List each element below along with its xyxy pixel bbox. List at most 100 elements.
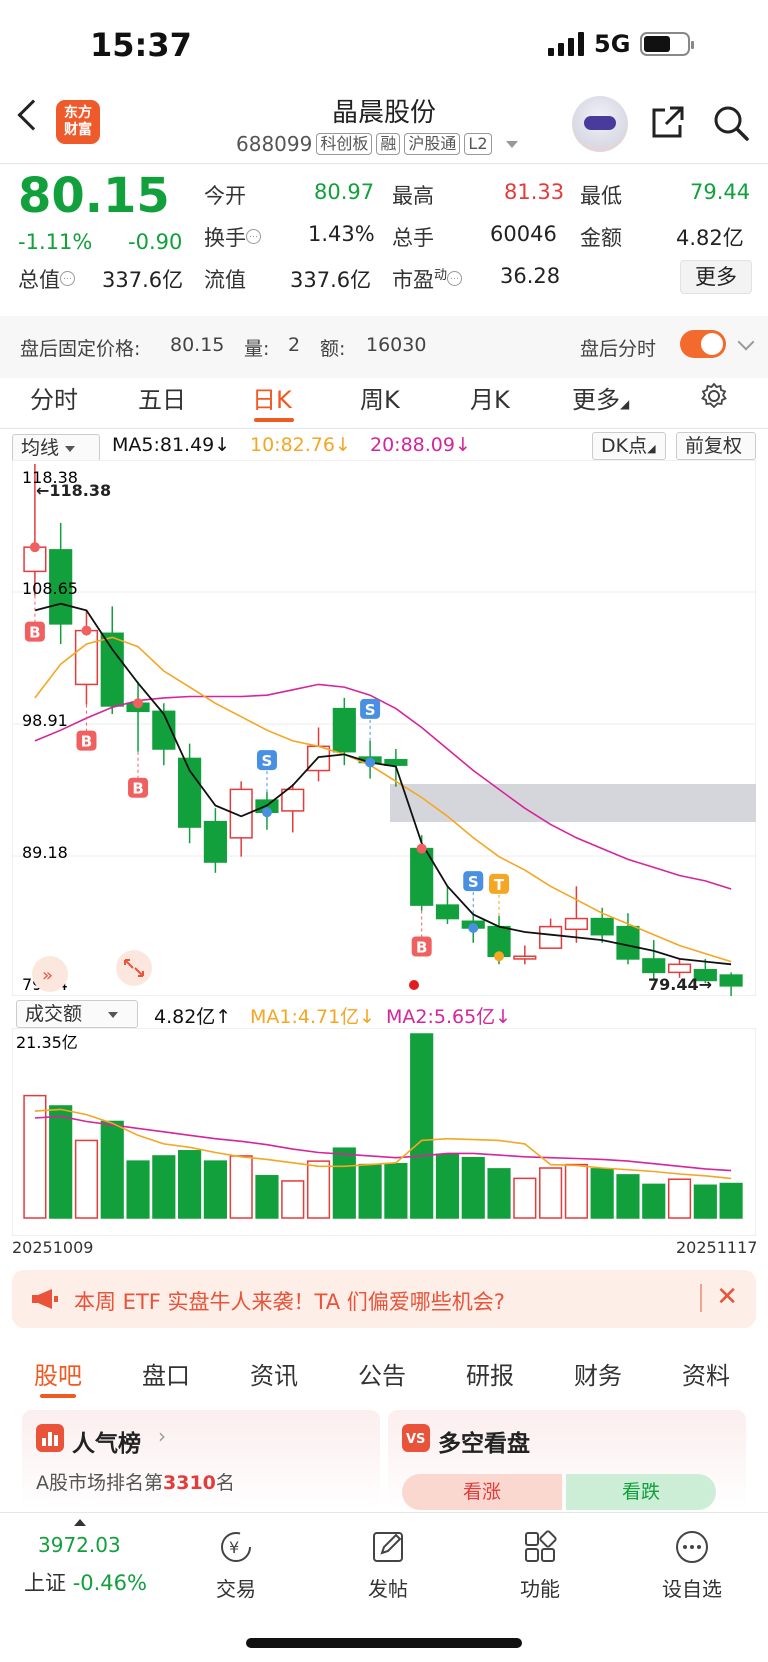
watchlist-icon[interactable]: [674, 1529, 710, 1565]
ranking-icon: [36, 1424, 64, 1452]
stock-code-row[interactable]: 688099 科创板 融 沪股通 L2: [236, 132, 518, 156]
tab-finance[interactable]: 财务: [574, 1356, 622, 1391]
min-annotation: 79.44→: [648, 975, 712, 994]
volume-chart[interactable]: 21.35亿: [12, 1028, 756, 1236]
after-hours-switch-label: 盘后分时: [580, 338, 657, 360]
chevron-down-icon[interactable]: [505, 140, 518, 148]
end-date: 20251117: [676, 1238, 758, 1257]
volume-bar: [487, 1168, 511, 1219]
volume-ma1: MA1:4.71亿↓: [250, 1006, 376, 1028]
after-hours-label: 盘后固定价格:: [20, 338, 141, 360]
tab-news[interactable]: 资讯: [250, 1356, 298, 1391]
index-value[interactable]: 3972.03: [38, 1533, 121, 1557]
after-hours-toggle[interactable]: [680, 330, 726, 358]
index-name[interactable]: 上证 -0.46%: [24, 1567, 147, 1597]
volume-value: 4.82亿↑: [154, 1006, 232, 1028]
tab-announcements[interactable]: 公告: [358, 1356, 406, 1391]
tab-research[interactable]: 研报: [466, 1356, 514, 1391]
trade-icon[interactable]: ¥: [218, 1529, 254, 1565]
volume-bar: [358, 1163, 382, 1219]
tag-star-market: 科创板: [316, 133, 373, 155]
promo-banner[interactable]: 本周 ETF 实盘牛人来袭！TA 们偏爱哪些机会? ✕: [12, 1270, 756, 1328]
candle: [100, 632, 124, 707]
volume-value: 60046: [490, 222, 557, 246]
candlestick-chart[interactable]: BBBSSBST 118.38 108.65 98.91 89.18 79.44…: [12, 460, 756, 996]
signal-dot: [468, 922, 479, 933]
tab-profile[interactable]: 资料: [682, 1356, 730, 1391]
functions-label[interactable]: 功能: [490, 1573, 590, 1602]
post-icon[interactable]: [370, 1529, 406, 1565]
volume-bar: [384, 1162, 408, 1219]
tab-more[interactable]: 更多◢: [572, 380, 629, 415]
adjust-button[interactable]: 前复权: [676, 432, 756, 460]
low-label: 最低: [580, 184, 622, 208]
volume-bar: [435, 1153, 460, 1219]
pe-label: 市盈动…: [392, 264, 463, 294]
home-indicator: [246, 1638, 522, 1648]
volume-bar: [539, 1167, 563, 1219]
tab-guba[interactable]: 股吧: [34, 1356, 82, 1391]
volume-bar: [642, 1183, 666, 1219]
post-label[interactable]: 发帖: [338, 1573, 438, 1602]
volume-indicator-selector[interactable]: 成交额: [16, 1000, 138, 1028]
assistant-robot-icon[interactable]: [572, 96, 628, 152]
volume-ma2: MA2:5.65亿↓: [386, 1006, 512, 1028]
svg-text:VS: VS: [406, 1432, 425, 1447]
vs-icon: VS: [402, 1424, 430, 1452]
tab-weekly-k[interactable]: 周K: [360, 380, 400, 415]
open-label: 今开: [204, 184, 246, 208]
info-icon[interactable]: …: [447, 271, 463, 286]
dk-point-button[interactable]: DK点◢: [592, 432, 666, 460]
tab-monthly-k[interactable]: 月K: [470, 380, 510, 415]
more-button[interactable]: 更多: [680, 260, 752, 294]
candle: [384, 759, 408, 766]
functions-icon[interactable]: [522, 1529, 558, 1565]
active-tab-indicator: [254, 418, 294, 422]
volume-bar: [203, 1160, 227, 1219]
change-percent: -1.11%: [18, 230, 93, 254]
popularity-title: 人气榜: [72, 1431, 141, 1457]
volume-bar: [178, 1150, 202, 1219]
share-icon[interactable]: [650, 104, 686, 140]
watchlist-label[interactable]: 设自选: [642, 1573, 742, 1602]
volume-label: 总手: [392, 226, 434, 250]
amount-value: 4.82亿: [676, 226, 744, 250]
bearish-button[interactable]: 看跌: [566, 1474, 716, 1510]
mktcap-label: 总值…: [18, 264, 75, 294]
search-icon[interactable]: [712, 104, 750, 142]
svg-text:»: »: [42, 965, 53, 986]
fullscreen-icon[interactable]: [116, 950, 152, 986]
volume-max-label: 21.35亿: [16, 1033, 78, 1052]
candle: [306, 745, 331, 772]
tab-daily-k[interactable]: 日K: [252, 380, 292, 415]
info-icon[interactable]: …: [60, 271, 75, 286]
stock-code: 688099: [236, 132, 313, 156]
expand-left-icon[interactable]: »: [32, 956, 68, 992]
signal-tag: S: [262, 752, 273, 770]
volume-bar: [616, 1174, 640, 1219]
after-hours-row: 盘后固定价格: 80.15 量: 2 额: 16030 盘后分时: [0, 316, 768, 378]
resistance-zone: [390, 784, 756, 822]
popularity-card[interactable]: 人气榜 › A股市场排名第3310名: [22, 1410, 380, 1510]
bull-bear-title: 多空看盘: [438, 1431, 530, 1457]
candle: [539, 925, 563, 949]
trade-label[interactable]: 交易: [186, 1573, 286, 1602]
gear-icon[interactable]: [700, 382, 728, 410]
low-value: 79.44: [690, 180, 751, 204]
chevron-down-icon[interactable]: [737, 333, 755, 351]
current-marker: [409, 980, 419, 990]
banner-text: 本周 ETF 实盘牛人来袭！TA 们偏爱哪些机会?: [74, 1290, 505, 1314]
bullish-button[interactable]: 看涨: [402, 1474, 562, 1510]
volume-bar: [49, 1105, 73, 1219]
info-icon[interactable]: …: [246, 229, 261, 244]
indicator-selector[interactable]: 均线: [12, 434, 100, 462]
bull-bear-card[interactable]: VS 多空看盘 看涨 看跌: [388, 1410, 746, 1510]
close-icon[interactable]: ✕: [716, 1282, 738, 1312]
tab-five-day[interactable]: 五日: [138, 380, 186, 415]
volume-bar: [229, 1155, 253, 1219]
tab-orderbook[interactable]: 盘口: [142, 1356, 190, 1391]
current-price: 80.15: [18, 168, 170, 224]
tab-intraday[interactable]: 分时: [30, 380, 78, 415]
volume-bar: [23, 1094, 47, 1219]
battery-icon: [640, 32, 695, 56]
